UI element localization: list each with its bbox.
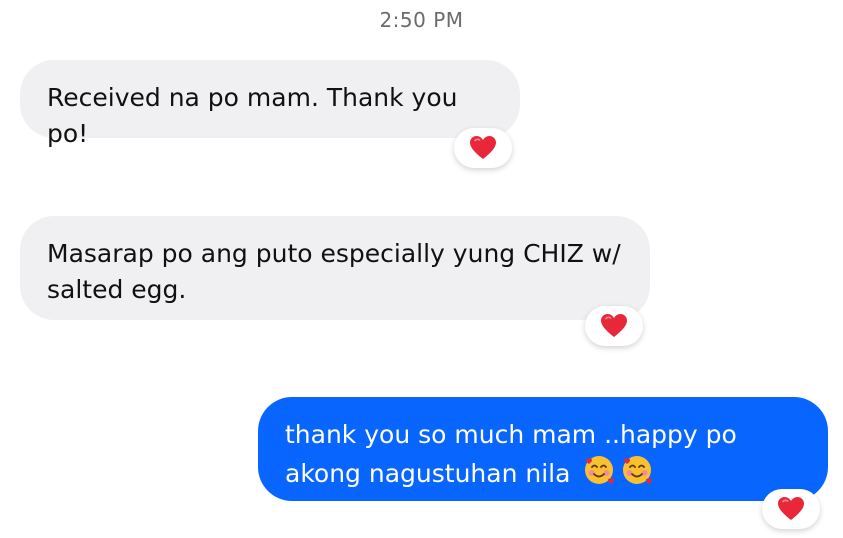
message-text: thank you so much mam ..happy po akong n… (285, 420, 737, 488)
red-heart-icon (777, 496, 805, 522)
message-reaction-badge[interactable] (454, 128, 512, 168)
red-heart-icon (469, 135, 497, 161)
outgoing-message-bubble[interactable]: thank you so much mam ..happy po akong n… (258, 397, 828, 501)
red-heart-icon (600, 313, 628, 339)
chat-thread: 2:50 PM Received na po mam. Thank you po… (0, 0, 843, 538)
message-reaction-badge[interactable] (585, 306, 643, 346)
message-text: Masarap po ang puto especially yung CHIZ… (47, 239, 621, 304)
smiling-face-with-hearts-icon (582, 453, 616, 497)
message-timestamp: 2:50 PM (379, 8, 464, 32)
incoming-message-bubble[interactable]: Received na po mam. Thank you po! (20, 60, 520, 148)
smiling-face-with-hearts-icon (620, 453, 654, 497)
incoming-message-bubble[interactable]: Masarap po ang puto especially yung CHIZ… (20, 216, 650, 320)
message-text: Received na po mam. Thank you po! (47, 83, 458, 148)
message-reaction-badge[interactable] (762, 489, 820, 529)
